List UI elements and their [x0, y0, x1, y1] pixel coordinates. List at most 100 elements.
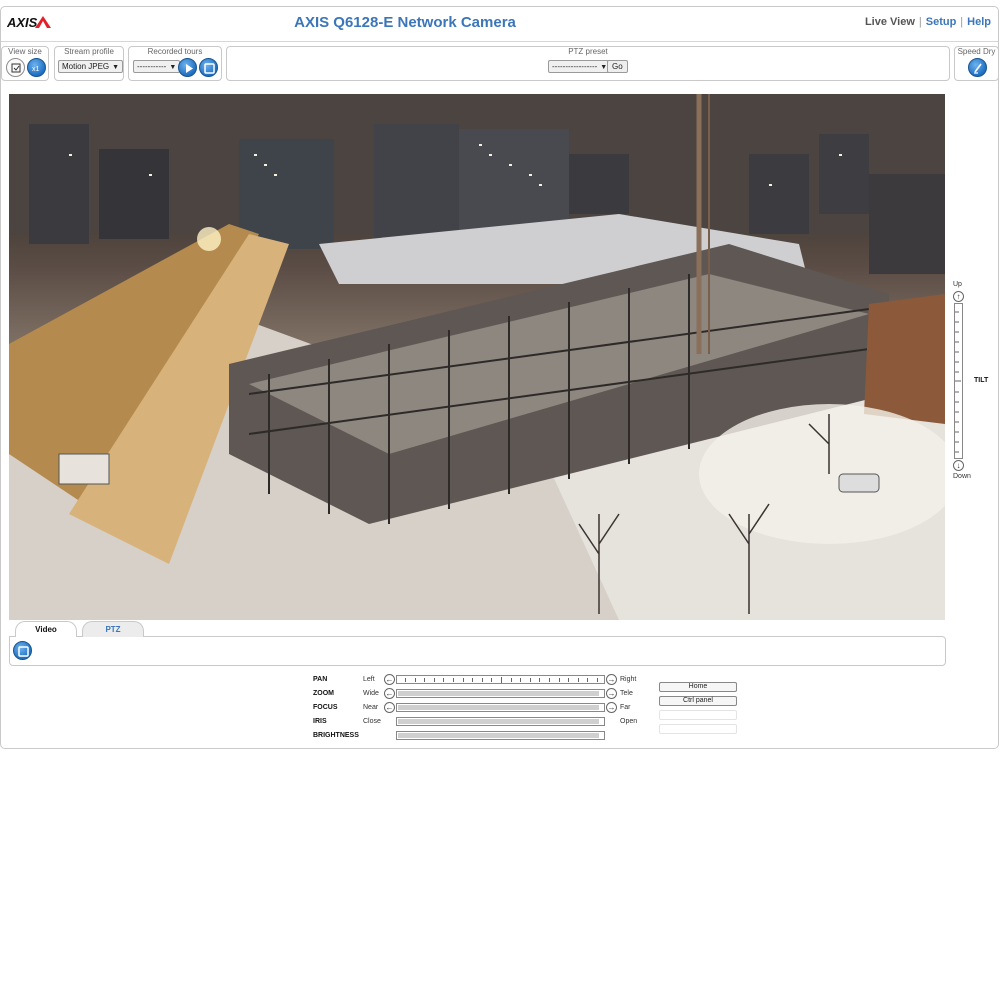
brightness-slider-fill	[398, 733, 599, 738]
fit-view-button[interactable]	[6, 58, 25, 77]
speed-dry-group: Speed Dry	[954, 46, 999, 81]
stop-tour-button[interactable]	[199, 58, 218, 77]
zoom-right-label: Tele	[620, 690, 633, 697]
ptz-preset-select[interactable]: ----------------- ▼	[548, 60, 612, 73]
tilt-down-label: Down	[953, 473, 971, 480]
pan-left-arrow-icon[interactable]: ←	[384, 674, 395, 685]
iris-label: IRIS	[313, 718, 327, 725]
iris-slider-fill	[398, 719, 599, 724]
view-size-group: View size x1	[1, 46, 49, 81]
zoom-slider[interactable]	[396, 689, 605, 698]
pan-tick	[587, 678, 589, 682]
pan-tick	[597, 678, 598, 682]
live-video-stream[interactable]	[9, 94, 945, 620]
pan-tick	[405, 678, 406, 682]
focus-right-arrow-icon[interactable]: →	[606, 702, 617, 713]
stop-video-button[interactable]	[13, 641, 32, 660]
zoom-slider-fill	[398, 691, 599, 696]
brightness-label: BRIGHTNESS	[313, 732, 359, 739]
tilt-slider[interactable]	[954, 303, 963, 459]
iris-slider[interactable]	[396, 717, 605, 726]
focus-label: FOCUS	[313, 704, 338, 711]
zoom-left-label: Wide	[363, 690, 379, 697]
wiper-icon	[974, 63, 982, 74]
recorded-tours-value: -----------	[137, 62, 167, 71]
zoom-right-arrow-icon[interactable]: →	[606, 688, 617, 699]
pan-tick	[462, 678, 464, 682]
tab-video[interactable]: Video	[15, 621, 77, 637]
ptz-controls: PAN Left Right ← → ZOOM Wide Tele ← → FOCUS Near Far…	[313, 672, 753, 747]
nav-help[interactable]: Help	[967, 16, 991, 28]
pan-tick	[501, 677, 502, 683]
play-icon	[186, 64, 193, 73]
ptz-go-button[interactable]: Go	[607, 60, 628, 73]
pan-tick	[472, 678, 474, 682]
pan-tick	[424, 678, 426, 682]
recorded-tours-label: Recorded tours	[147, 47, 203, 56]
dropdown-arrow-icon: ▼	[112, 64, 120, 71]
iris-right-label: Open	[620, 718, 638, 725]
zoom-label: ZOOM	[313, 690, 334, 697]
pan-tick	[443, 678, 445, 682]
home-button[interactable]: Home	[659, 682, 737, 692]
pan-tick	[433, 678, 435, 682]
dropdown-arrow-icon: ▼	[169, 64, 177, 71]
focus-slider[interactable]	[396, 703, 605, 712]
tab-ptz[interactable]: PTZ	[82, 621, 144, 637]
camera-scene-image	[9, 94, 945, 620]
recorded-tours-group: Recorded tours ----------- ▼	[128, 46, 222, 81]
full-size-button[interactable]: x1	[27, 58, 46, 77]
header-divider	[1, 41, 998, 42]
tilt-up-arrow-icon[interactable]: ↑	[953, 291, 964, 302]
nav-live-view[interactable]: Live View	[865, 16, 915, 28]
pan-tick	[568, 678, 570, 682]
empty-slot-button	[659, 724, 737, 734]
pan-tick	[539, 678, 541, 682]
pan-tick	[491, 678, 493, 682]
top-nav: Live View | Setup | Help	[865, 16, 991, 28]
pan-label: PAN	[313, 676, 328, 683]
stop-icon	[204, 63, 215, 74]
nav-separator: |	[960, 16, 964, 28]
ptz-preset-label: PTZ preset	[568, 47, 608, 56]
ctrl-panel-button[interactable]: Ctrl panel	[659, 696, 737, 706]
pan-tick	[481, 678, 483, 682]
pan-left-label: Left	[363, 676, 375, 683]
brightness-slider[interactable]	[396, 731, 605, 740]
view-size-label: View size	[8, 47, 42, 56]
empty-slot-button	[659, 710, 737, 720]
fit-icon	[11, 63, 21, 73]
pan-tick	[529, 678, 531, 682]
ptz-preset-group: PTZ preset ----------------- ▼ Go	[226, 46, 950, 81]
pan-tick	[549, 678, 550, 682]
stream-profile-value: Motion JPEG	[62, 62, 110, 71]
focus-slider-fill	[398, 705, 599, 710]
play-tour-button[interactable]	[178, 58, 197, 77]
ptz-preset-value: -----------------	[552, 62, 598, 71]
pan-tick	[558, 678, 560, 682]
nav-setup[interactable]: Setup	[926, 16, 957, 28]
stream-profile-group: Stream profile Motion JPEG ▼	[54, 46, 124, 81]
focus-left-arrow-icon[interactable]: ←	[384, 702, 395, 713]
tilt-ticks	[955, 311, 961, 453]
stream-profile-select[interactable]: Motion JPEG ▼	[58, 60, 124, 73]
tab-panel	[9, 636, 946, 666]
recorded-tours-select[interactable]: ----------- ▼	[133, 60, 181, 73]
full-size-icon: x1	[32, 66, 40, 73]
pan-slider[interactable]	[396, 675, 605, 684]
speed-dry-label: Speed Dry	[957, 47, 996, 56]
focus-right-label: Far	[620, 704, 631, 711]
tilt-down-arrow-icon[interactable]: ↓	[953, 460, 964, 471]
pan-tick	[453, 678, 454, 682]
page-title: AXIS Q6128-E Network Camera	[294, 14, 516, 31]
speed-dry-button[interactable]	[968, 58, 987, 77]
pan-right-arrow-icon[interactable]: →	[606, 674, 617, 685]
tilt-control: Up ↑ TILT ↓ Down	[950, 280, 996, 485]
tilt-label: TILT	[974, 377, 989, 384]
pan-tick	[520, 678, 522, 682]
svg-text:x1: x1	[32, 66, 40, 73]
zoom-left-arrow-icon[interactable]: ←	[384, 688, 395, 699]
pan-tick	[510, 678, 512, 682]
stop-icon	[18, 646, 29, 657]
focus-left-label: Near	[363, 704, 379, 711]
